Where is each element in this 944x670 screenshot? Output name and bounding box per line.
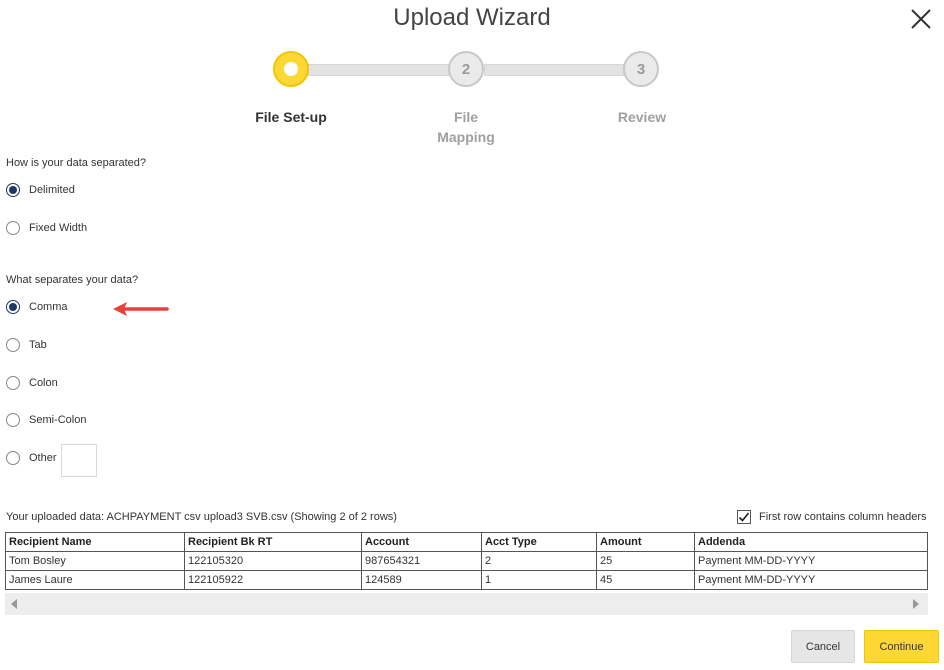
table-cell: 122105922: [184, 570, 362, 590]
step-3-label: Review: [617, 109, 667, 125]
close-icon[interactable]: [906, 4, 936, 34]
other-delimiter-input[interactable]: [61, 444, 97, 477]
uploaded-prefix: Your uploaded data:: [6, 511, 105, 523]
column-header: Account: [361, 532, 482, 552]
column-header: Acct Type: [481, 532, 597, 552]
checkbox[interactable]: [737, 510, 751, 524]
uploaded-file-info: Your uploaded data: ACHPAYMENT csv uploa…: [6, 511, 397, 523]
radio-button[interactable]: [6, 413, 20, 427]
table-cell: 1: [481, 570, 597, 590]
scroll-right-icon[interactable]: [913, 599, 919, 609]
radio-button[interactable]: [6, 300, 20, 314]
table-cell: 122105320: [184, 551, 362, 571]
radio-button[interactable]: [6, 338, 20, 352]
table-cell: Tom Bosley: [5, 551, 185, 571]
radio-delimited[interactable]: Delimited: [6, 181, 75, 199]
step-1-indicator: [273, 51, 309, 87]
table-header-row: Recipient Name Recipient Bk RT Account A…: [5, 532, 928, 552]
checkbox-label: First row contains column headers: [759, 511, 927, 523]
step-2-indicator: 2: [448, 51, 484, 87]
radio-fixed-width[interactable]: Fixed Width: [6, 219, 87, 237]
step-2-label: File Mapping: [437, 109, 495, 145]
radio-semi-colon[interactable]: Semi-Colon: [6, 411, 86, 429]
step-1-label: File Set-up: [255, 109, 327, 125]
checkmark-icon: [738, 512, 750, 522]
table-row: Tom Bosley 122105320 987654321 2 25 Paym…: [5, 551, 928, 571]
horizontal-scrollbar[interactable]: [5, 593, 928, 615]
radio-other[interactable]: Other: [6, 449, 57, 467]
radio-label: Semi-Colon: [29, 414, 87, 426]
uploaded-detail: ACHPAYMENT csv upload3 SVB.csv (Showing …: [106, 511, 397, 523]
radio-label: Fixed Width: [29, 222, 88, 234]
table-cell: 2: [481, 551, 597, 571]
continue-button[interactable]: Continue: [864, 630, 939, 663]
radio-button[interactable]: [6, 183, 20, 197]
uploaded-data-table: Recipient Name Recipient Bk RT Account A…: [5, 532, 928, 590]
step-3-indicator: 3: [623, 51, 659, 87]
delimiter-question: What separates your data?: [6, 274, 139, 286]
separation-question: How is your data separated?: [6, 157, 147, 169]
table-row: James Laure 122105922 124589 1 45 Paymen…: [5, 570, 928, 590]
scroll-left-icon[interactable]: [11, 599, 17, 609]
annotation-arrow-icon: [113, 302, 169, 316]
radio-label: Other: [29, 452, 57, 464]
step-active-dot-icon: [284, 62, 298, 76]
radio-label: Comma: [29, 301, 68, 313]
column-header: Recipient Name: [5, 532, 185, 552]
column-header: Amount: [596, 532, 695, 552]
radio-label: Delimited: [29, 184, 75, 196]
table-cell: 124589: [361, 570, 482, 590]
step-connector: [484, 64, 624, 76]
table-cell: 987654321: [361, 551, 482, 571]
table-cell: Payment MM-DD-YYYY: [694, 570, 928, 590]
first-row-headers-checkbox[interactable]: First row contains column headers: [737, 510, 927, 524]
table-cell: Payment MM-DD-YYYY: [694, 551, 928, 571]
step-connector: [308, 64, 450, 76]
table-cell: 45: [596, 570, 695, 590]
radio-button[interactable]: [6, 451, 20, 465]
wizard-title: Upload Wizard: [393, 4, 551, 31]
table-cell: 25: [596, 551, 695, 571]
radio-comma[interactable]: Comma: [6, 298, 68, 316]
column-header: Addenda: [694, 532, 928, 552]
column-header: Recipient Bk RT: [184, 532, 362, 552]
radio-tab[interactable]: Tab: [6, 336, 47, 354]
radio-label: Colon: [29, 377, 58, 389]
cancel-button[interactable]: Cancel: [791, 630, 855, 663]
radio-button[interactable]: [6, 376, 20, 390]
radio-colon[interactable]: Colon: [6, 374, 58, 392]
table-cell: James Laure: [5, 570, 185, 590]
radio-button[interactable]: [6, 221, 20, 235]
radio-label: Tab: [29, 339, 47, 351]
